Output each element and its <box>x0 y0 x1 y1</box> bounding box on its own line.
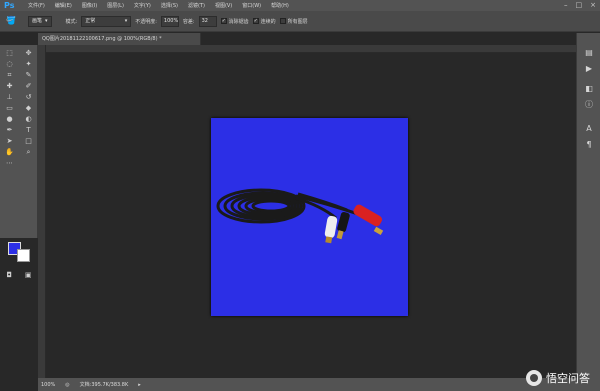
stamp-icon[interactable]: ⊥ <box>0 92 19 103</box>
extra-tools-icon[interactable]: ⋯ <box>0 158 19 169</box>
mode-label: 模式: <box>65 18 78 25</box>
menu-type[interactable]: 文字(Y) <box>134 2 151 9</box>
vertical-ruler[interactable] <box>38 45 46 378</box>
opacity-label: 不透明度: <box>135 18 157 25</box>
window-controls: – □ × <box>564 1 596 9</box>
tolerance-label: 容差: <box>182 18 195 25</box>
chevron-down-icon: ▾ <box>124 17 128 24</box>
paint-bucket-icon[interactable]: 🪣 <box>6 14 24 28</box>
marquee-icon[interactable]: ⬚ <box>0 48 19 59</box>
tolerance-input[interactable]: 32 <box>198 15 217 27</box>
blur-icon[interactable]: ● <box>0 114 19 125</box>
antialias-checkbox[interactable]: ✓ 消除锯齿 <box>220 18 249 25</box>
menu-filter[interactable]: 滤镜(T) <box>188 2 205 9</box>
menu-image[interactable]: 图像(I) <box>82 2 97 9</box>
zoom-icon[interactable]: ⌕ <box>19 147 38 158</box>
contiguous-checkbox[interactable]: ✓ 连续的 <box>252 18 276 25</box>
watermark: 悟空问答 <box>526 370 590 386</box>
minimize-icon[interactable]: – <box>564 1 568 9</box>
background-color[interactable] <box>17 249 30 262</box>
menu-bar: Ps 文件(F) 编辑(E) 图像(I) 图层(L) 文字(Y) 选择(S) 滤… <box>0 0 600 11</box>
check-icon: ✓ <box>252 18 259 24</box>
eraser-icon[interactable]: ▭ <box>0 103 19 114</box>
info-icon[interactable]: ⓘ <box>583 99 595 111</box>
menu-layer[interactable]: 图层(L) <box>107 2 124 9</box>
menu-select[interactable]: 选择(S) <box>161 2 178 9</box>
document-canvas[interactable] <box>211 118 408 316</box>
hand-icon[interactable]: ✋ <box>0 147 19 158</box>
fill-source-select[interactable]: 画笔 ▾ <box>28 15 52 27</box>
menu-view[interactable]: 视图(V) <box>215 2 232 9</box>
all-layers-checkbox[interactable]: 所有图层 <box>279 18 308 25</box>
character-icon[interactable]: A <box>583 123 595 135</box>
document-tab[interactable]: QQ图片20181122100617.png @ 100%(RGB/8) * <box>38 33 201 45</box>
tools-panel: ⬚ ✥ ◌ ✦ ⌗ ✎ ✚ ✐ ⊥ ↺ ▭ ◆ ● ◐ ✒ T ➤ □ ✋ ⌕ … <box>0 45 38 279</box>
paragraph-icon[interactable]: ¶ <box>583 139 595 151</box>
color-swatches[interactable] <box>5 240 33 264</box>
chevron-down-icon: ▾ <box>45 17 48 24</box>
paint-bucket-icon[interactable]: ◆ <box>19 103 38 114</box>
close-icon[interactable]: × <box>590 1 596 9</box>
rectangle-icon[interactable]: □ <box>19 136 38 147</box>
menu-edit[interactable]: 编辑(E) <box>55 2 72 9</box>
menu-window[interactable]: 窗口(W) <box>242 2 261 9</box>
path-select-icon[interactable]: ➤ <box>0 136 19 147</box>
cable-image <box>216 188 384 244</box>
options-bar: 🪣 画笔 ▾ 模式: 正常 ▾ 不透明度: 100% 容差: 32 ✓ 消除锯齿… <box>0 11 600 32</box>
crop-icon[interactable]: ⌗ <box>0 70 19 81</box>
lasso-icon[interactable]: ◌ <box>0 59 19 70</box>
play-actions-icon[interactable]: ▶ <box>583 63 595 75</box>
photoshop-logo: Ps <box>4 1 15 10</box>
share-icon[interactable]: ◎ <box>65 382 69 388</box>
document-info: 文档:395.7K/383.8K <box>79 382 129 388</box>
magic-wand-icon[interactable]: ✦ <box>19 59 38 70</box>
chevron-right-icon[interactable]: ▸ <box>138 382 141 388</box>
zoom-level[interactable]: 100% <box>41 382 55 388</box>
adjustments-icon[interactable]: ◧ <box>583 83 595 95</box>
brush-icon[interactable]: ✐ <box>19 81 38 92</box>
horizontal-ruler[interactable] <box>46 45 576 53</box>
dodge-icon[interactable]: ◐ <box>19 114 38 125</box>
text-icon[interactable]: T <box>19 125 38 136</box>
move-icon[interactable]: ✥ <box>19 48 38 59</box>
screen-mode-icon[interactable]: ▣ <box>25 271 32 279</box>
toolbar-footer: ◘ ▣ <box>0 266 38 283</box>
history-brush-icon[interactable]: ↺ <box>19 92 38 103</box>
eyedropper-icon[interactable]: ✎ <box>19 70 38 81</box>
menu-file[interactable]: 文件(F) <box>28 2 45 9</box>
menu-help[interactable]: 帮助(H) <box>271 2 289 9</box>
pen-icon[interactable]: ✒ <box>0 125 19 136</box>
quick-mask-icon[interactable]: ◘ <box>6 271 12 279</box>
healing-icon[interactable]: ✚ <box>0 81 19 92</box>
check-icon: ✓ <box>220 18 227 24</box>
wukong-logo-icon <box>526 370 542 386</box>
history-panel-icon[interactable]: ▤ <box>583 47 595 59</box>
right-panel-dock: ▤ ▶ ◧ ⓘ A ¶ <box>576 33 600 378</box>
status-bar: 100% ◎ 文档:395.7K/383.8K ▸ <box>38 378 600 391</box>
opacity-input[interactable]: 100% <box>160 15 179 27</box>
maximize-icon[interactable]: □ <box>576 1 583 9</box>
mode-select[interactable]: 正常 ▾ <box>81 15 132 27</box>
